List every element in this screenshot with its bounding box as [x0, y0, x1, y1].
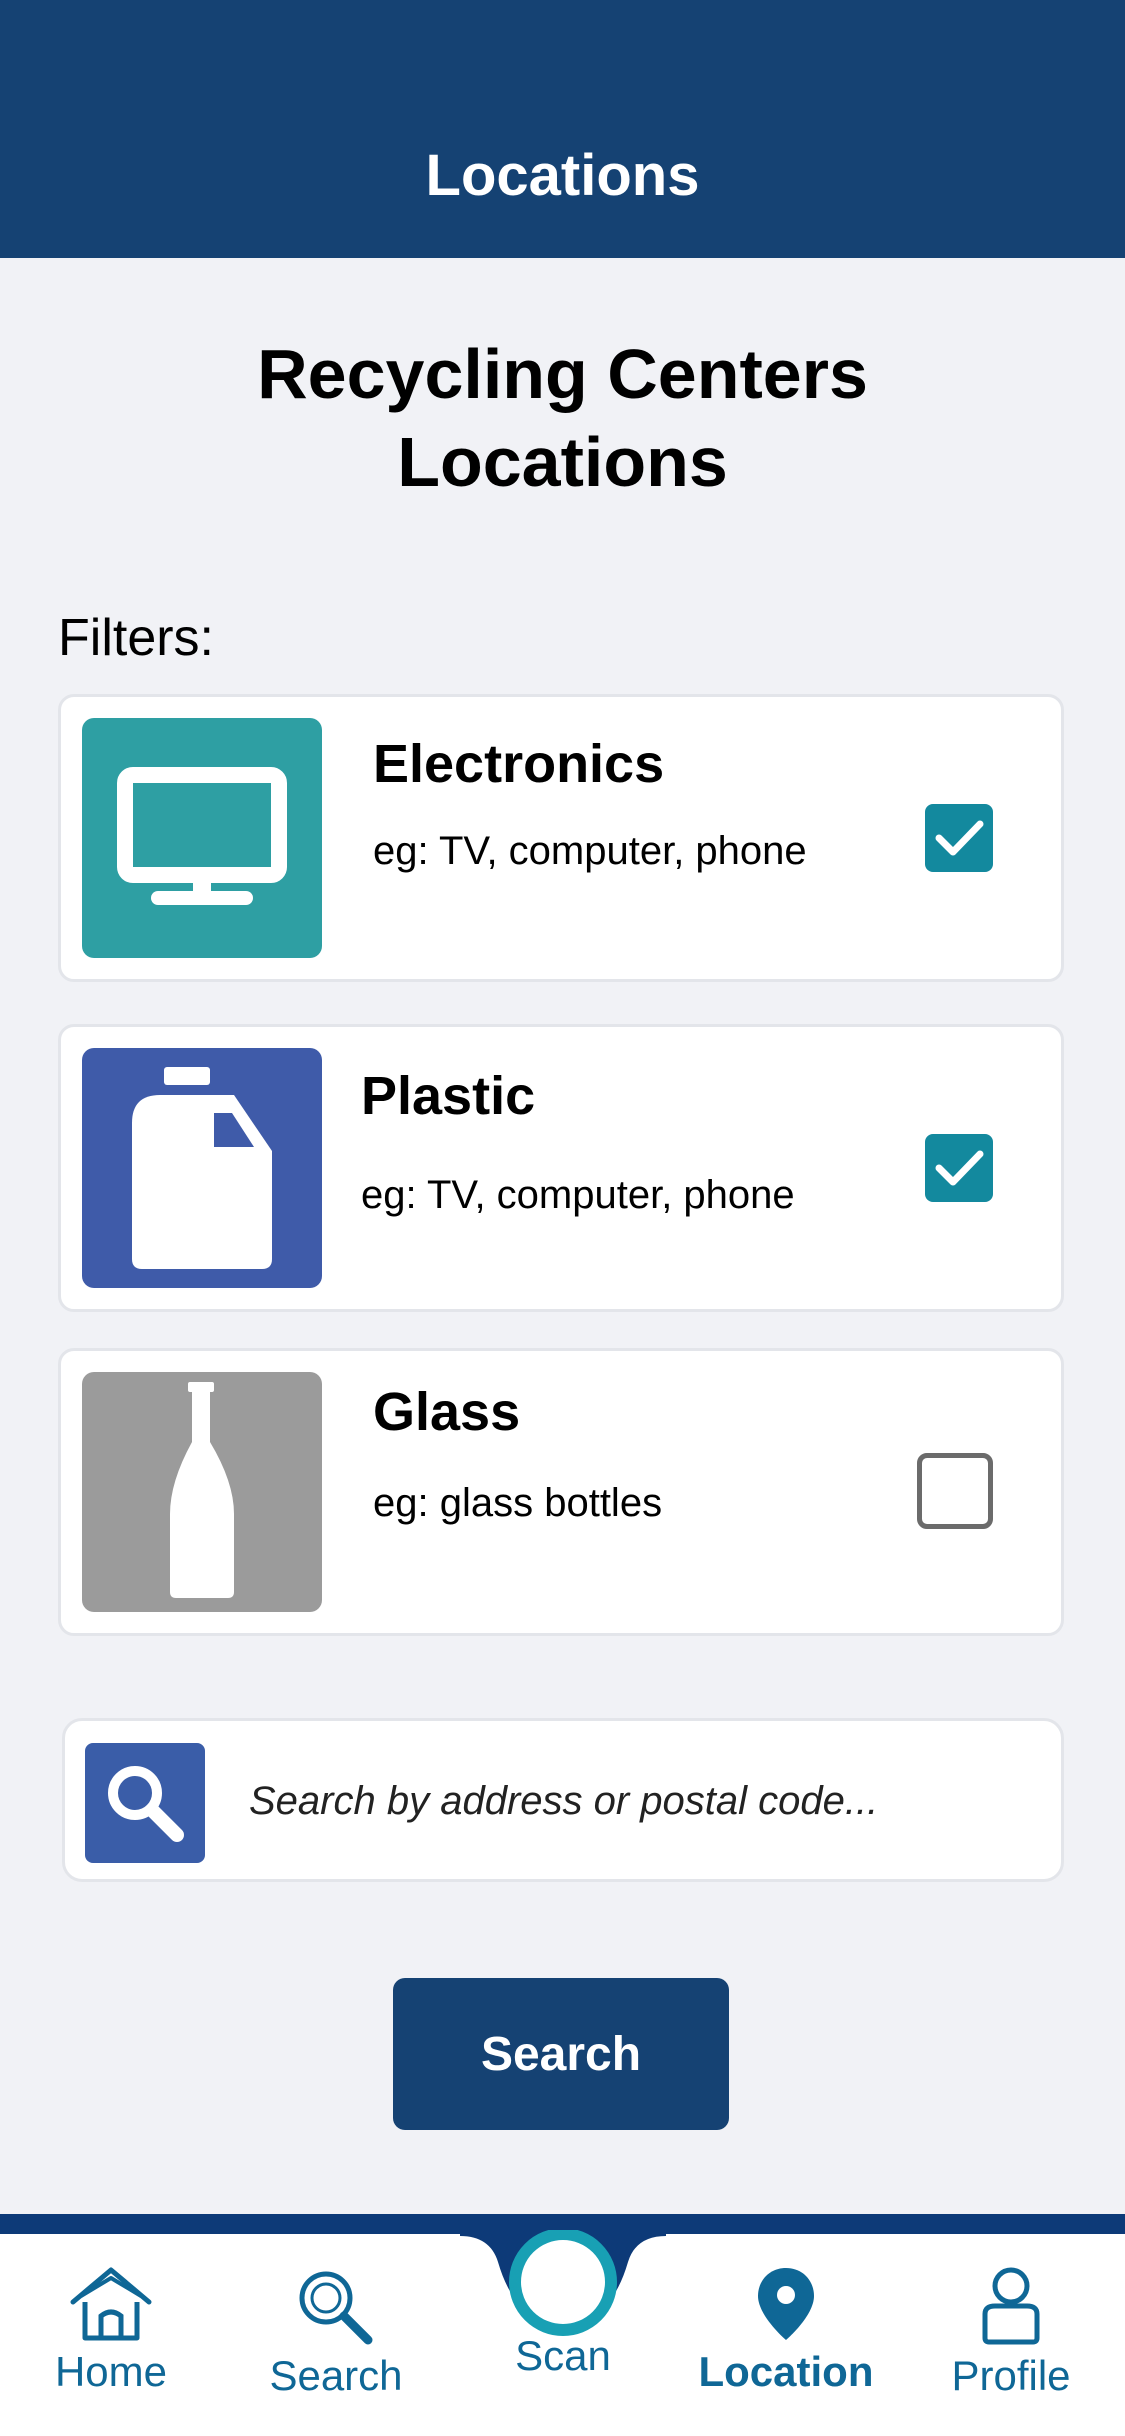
search-button[interactable]: Search	[393, 1978, 729, 2130]
filter-description: eg: glass bottles	[373, 1481, 663, 1525]
app-screen: Locations Recycling Centers Locations Fi…	[0, 0, 1125, 2436]
section-heading: Recycling Centers Locations	[0, 330, 1125, 506]
search-icon	[299, 2271, 373, 2345]
checkmark-icon	[935, 1150, 984, 1186]
home-icon	[70, 2267, 152, 2341]
address-search-field[interactable]	[62, 1718, 1064, 1882]
filter-description: eg: TV, computer, phone	[373, 829, 807, 873]
filter-card-plastic[interactable]: Plastic eg: TV, computer, phone	[58, 1024, 1064, 1312]
section-heading-line-1: Recycling Centers	[257, 335, 868, 413]
address-search-input[interactable]	[249, 1761, 1029, 1841]
nav-label: Scan	[515, 2332, 611, 2379]
glass-bottle-icon	[82, 1372, 322, 1612]
nav-label: Location	[698, 2348, 874, 2395]
scan-icon	[509, 2230, 617, 2336]
monitor-icon	[82, 718, 322, 958]
nav-label: Profile	[951, 2352, 1071, 2399]
filters-label: Filters:	[58, 609, 214, 667]
filter-card-electronics[interactable]: Electronics eg: TV, computer, phone	[58, 694, 1064, 982]
filter-title: Plastic	[361, 1066, 536, 1126]
nav-location[interactable]: Location	[686, 2266, 886, 2416]
profile-icon	[982, 2267, 1040, 2345]
nav-home[interactable]: Home	[11, 2266, 211, 2416]
nav-label: Search	[269, 2352, 403, 2399]
nav-search[interactable]: Search	[236, 2266, 436, 2416]
filter-card-glass[interactable]: Glass eg: glass bottles	[58, 1348, 1064, 1636]
page-title: Locations	[425, 143, 700, 208]
glass-checkbox[interactable]	[917, 1453, 993, 1529]
filter-title: Electronics	[373, 734, 665, 794]
nav-label: Home	[54, 2348, 168, 2395]
location-pin-icon	[758, 2268, 814, 2340]
top-app-bar: Locations	[0, 0, 1125, 258]
filter-description: eg: TV, computer, phone	[361, 1173, 795, 1217]
filter-title: Glass	[373, 1382, 521, 1442]
nav-scan[interactable]: Scan	[463, 2230, 663, 2416]
section-heading-line-2: Locations	[397, 423, 728, 501]
electronics-checkbox[interactable]	[925, 804, 993, 872]
plastic-checkbox[interactable]	[925, 1134, 993, 1202]
checkmark-icon	[935, 820, 984, 856]
nav-profile[interactable]: Profile	[911, 2266, 1111, 2416]
search-icon[interactable]	[85, 1743, 205, 1863]
plastic-jug-icon	[82, 1048, 322, 1288]
